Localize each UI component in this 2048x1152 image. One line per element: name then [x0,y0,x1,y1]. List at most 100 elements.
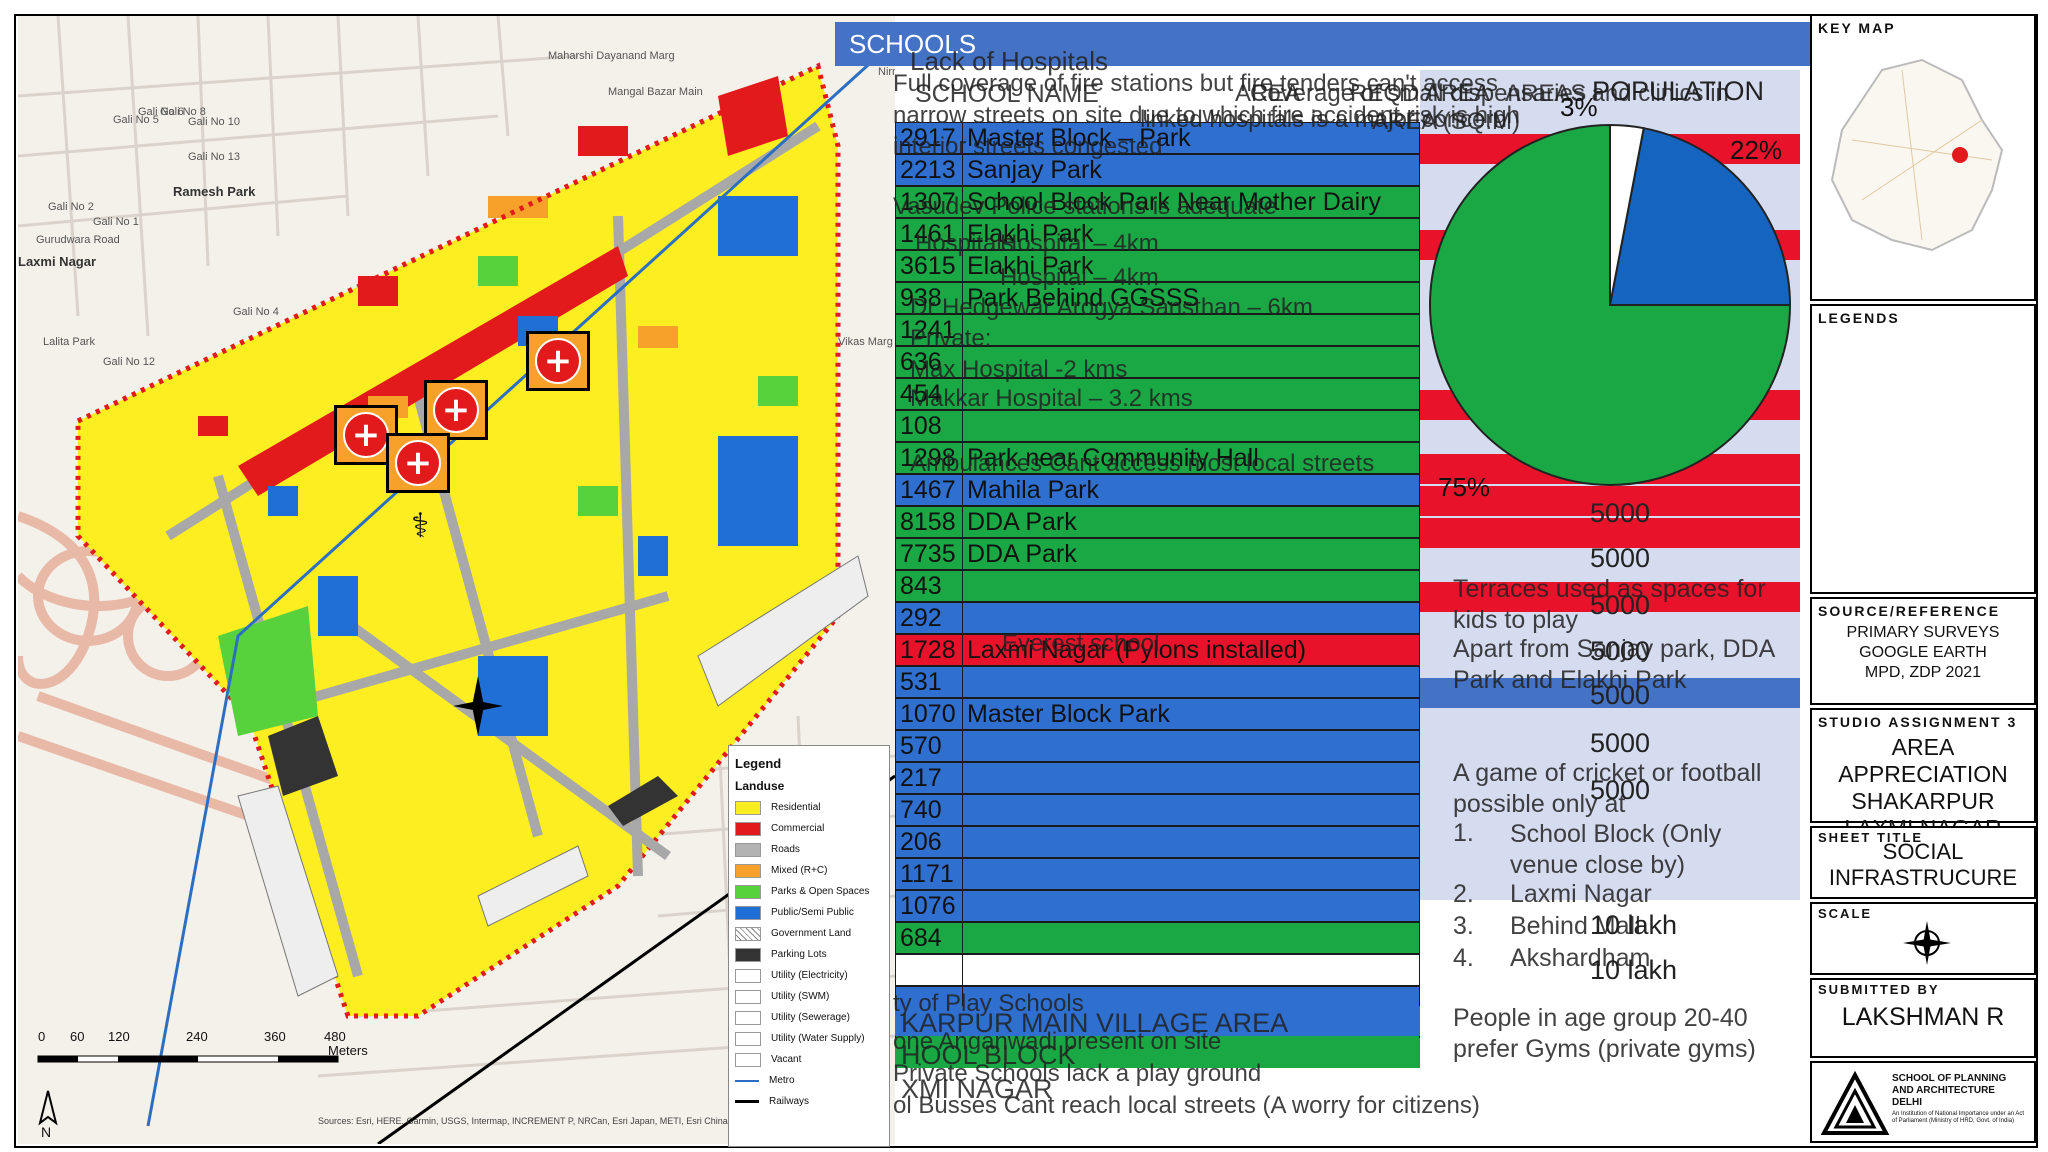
population-value: 5000 [1590,728,1651,758]
table-row[interactable]: 531 [895,666,1420,698]
sheet-title-line: INFRASTRUCURE [1828,865,2018,890]
legend-item: Railways [729,1091,889,1112]
source-line: GOOGLE EARTH [1859,644,1987,661]
annotation-text: Terraces used as spaces for kids to play [1453,575,1766,634]
annotation-text: Hospitals [915,230,1014,257]
table-row[interactable] [895,954,1420,986]
studio-heading: STUDIO ASSIGNMENT 3 [1818,714,2018,730]
park-name-cell [963,603,1419,633]
table-row[interactable]: 740 [895,794,1420,826]
legend-swatch [735,863,761,878]
street-label: Vikas Marg [838,336,893,348]
park-name-cell [963,795,1419,825]
legend-swatch [735,905,761,920]
street-label: Maharshi Dayanand Marg [548,50,675,62]
park-name-cell [963,411,1419,441]
legend-label: Residential [771,802,821,813]
park-area-cell: 684 [896,923,963,953]
source-box: SOURCE/REFERENCE PRIMARY SURVEYS GOOGLE … [1810,597,2036,705]
street-label: Gali No 4 [233,306,279,318]
street-label: Gali No 13 [188,151,240,163]
school-logo-box: SCHOOL OF PLANNING AND ARCHITECTURE DELH… [1810,1061,2036,1143]
submitted-name: LAKSHMAN R [1841,1003,2005,1031]
park-name-cell [963,955,1419,985]
legend-label: Metro [769,1075,795,1086]
legend-subtitle: Landuse [735,779,785,793]
legend-item: Government Land [729,923,889,944]
hospital-icon[interactable]: + [526,331,590,391]
scale-labels: 0 60 120 240 360 480 Meters [28,1029,368,1058]
park-name-cell [963,731,1419,761]
annotation-text: Private: [910,325,992,352]
sheet-title-box: SHEET TITLE SOCIAL INFRASTRUCURE [1810,826,2036,899]
street-label: Mangal Bazar Main [608,86,703,98]
source-line: PRIMARY SURVEYS [1846,624,2000,641]
submitted-box: SUBMITTED BY LAKSHMAN R [1810,978,2036,1058]
annotation-text: Laxmi Nagar [1510,880,1652,908]
park-name-cell [963,859,1419,889]
hospital-icon[interactable]: + [424,380,488,440]
compass-icon [1903,921,1951,965]
annotation-text: interior streets congested [893,133,1163,160]
legend-item: Mixed (R+C) [729,860,889,881]
park-name-cell [963,571,1419,601]
street-label: Gali No 10 [188,116,240,128]
table-row[interactable]: 217 [895,762,1420,794]
table-row[interactable]: 7735 DDA Park [895,538,1420,570]
table-row[interactable]: 843 [895,570,1420,602]
table-row[interactable]: 570 [895,730,1420,762]
legend-swatch [735,821,761,836]
table-row[interactable]: 1467 Mahila Park [895,474,1420,506]
park-area-cell: 1728 [896,635,963,665]
annotation-text: Akshardham [1510,944,1651,972]
source-heading: SOURCE/REFERENCE [1818,603,2001,619]
title-block: KEY MAP LEGENDS SOURCE/REFERENCE PRIMARY… [1810,14,2038,1144]
scale-unit: Meters [328,1043,368,1058]
north-label: N [41,1124,52,1140]
spa-logo-icon [1820,1070,1890,1135]
table-row[interactable]: 8158 DDA Park [895,506,1420,538]
legend-item: Metro [729,1070,889,1091]
park-name-cell: DDA Park [967,540,1077,568]
hospital-icon[interactable]: + [386,433,450,493]
legend-title: Legend [735,756,782,771]
school-subtext: An Institution of National Importance un… [1892,1111,2025,1124]
park-area-cell: 740 [896,795,963,825]
legend-label: Government Land [771,928,852,939]
annotation-text: Vasudev Police stations is adequate [893,193,1277,220]
key-map-heading: KEY MAP [1818,20,1896,36]
table-row[interactable]: 684 [895,922,1420,954]
table-row[interactable]: 108 [895,410,1420,442]
annotation-text: Hospital – 4km [1000,230,1159,257]
legend-swatch [735,947,761,962]
population-value: 5000 [1590,498,1651,528]
legend-label: Parking Lots [771,949,827,960]
legend-swatch [735,1079,759,1082]
park-area-cell: 108 [896,411,963,441]
school-line: SCHOOL OF PLANNING [1892,1073,2007,1084]
population-pie-chart [1429,123,1792,486]
street-label: Laxmi Nagar [18,254,97,269]
table-row[interactable]: 206 [895,826,1420,858]
delhi-key-map [1830,58,2004,252]
annotation-text: 4. [1453,944,1474,972]
pie-label: 75% [1438,472,1491,502]
table-row[interactable]: 1076 [895,890,1420,922]
park-area-cell [896,955,963,985]
population-value: 5000 [1590,543,1651,573]
table-row[interactable]: 1070 Master Block Park [895,698,1420,730]
park-area-cell: 1076 [896,891,963,921]
legends-box: LEGENDS [1810,304,2036,594]
legend-label: Utility (SWM) [771,991,830,1002]
park-area-cell: 8158 [896,507,963,537]
table-row[interactable]: 1171 [895,858,1420,890]
street-label: Ramesh Park [173,184,256,199]
annotation-text: ol Busses Cant reach local streets (A wo… [893,1092,1480,1119]
legend-label: Railways [769,1096,810,1107]
annotation-text: People in age group 20-40 prefer Gyms (p… [1453,1004,1756,1063]
scale-label: 0 [38,1029,46,1044]
legend-label: Utility (Sewerage) [771,1012,850,1023]
annotation-text: Makkar Hospital – 3.2 kms [910,385,1193,412]
park-area-cell: 206 [896,827,963,857]
legend-items: Residential Commercial Roads Mixed (R+C) Par… [729,797,889,1112]
